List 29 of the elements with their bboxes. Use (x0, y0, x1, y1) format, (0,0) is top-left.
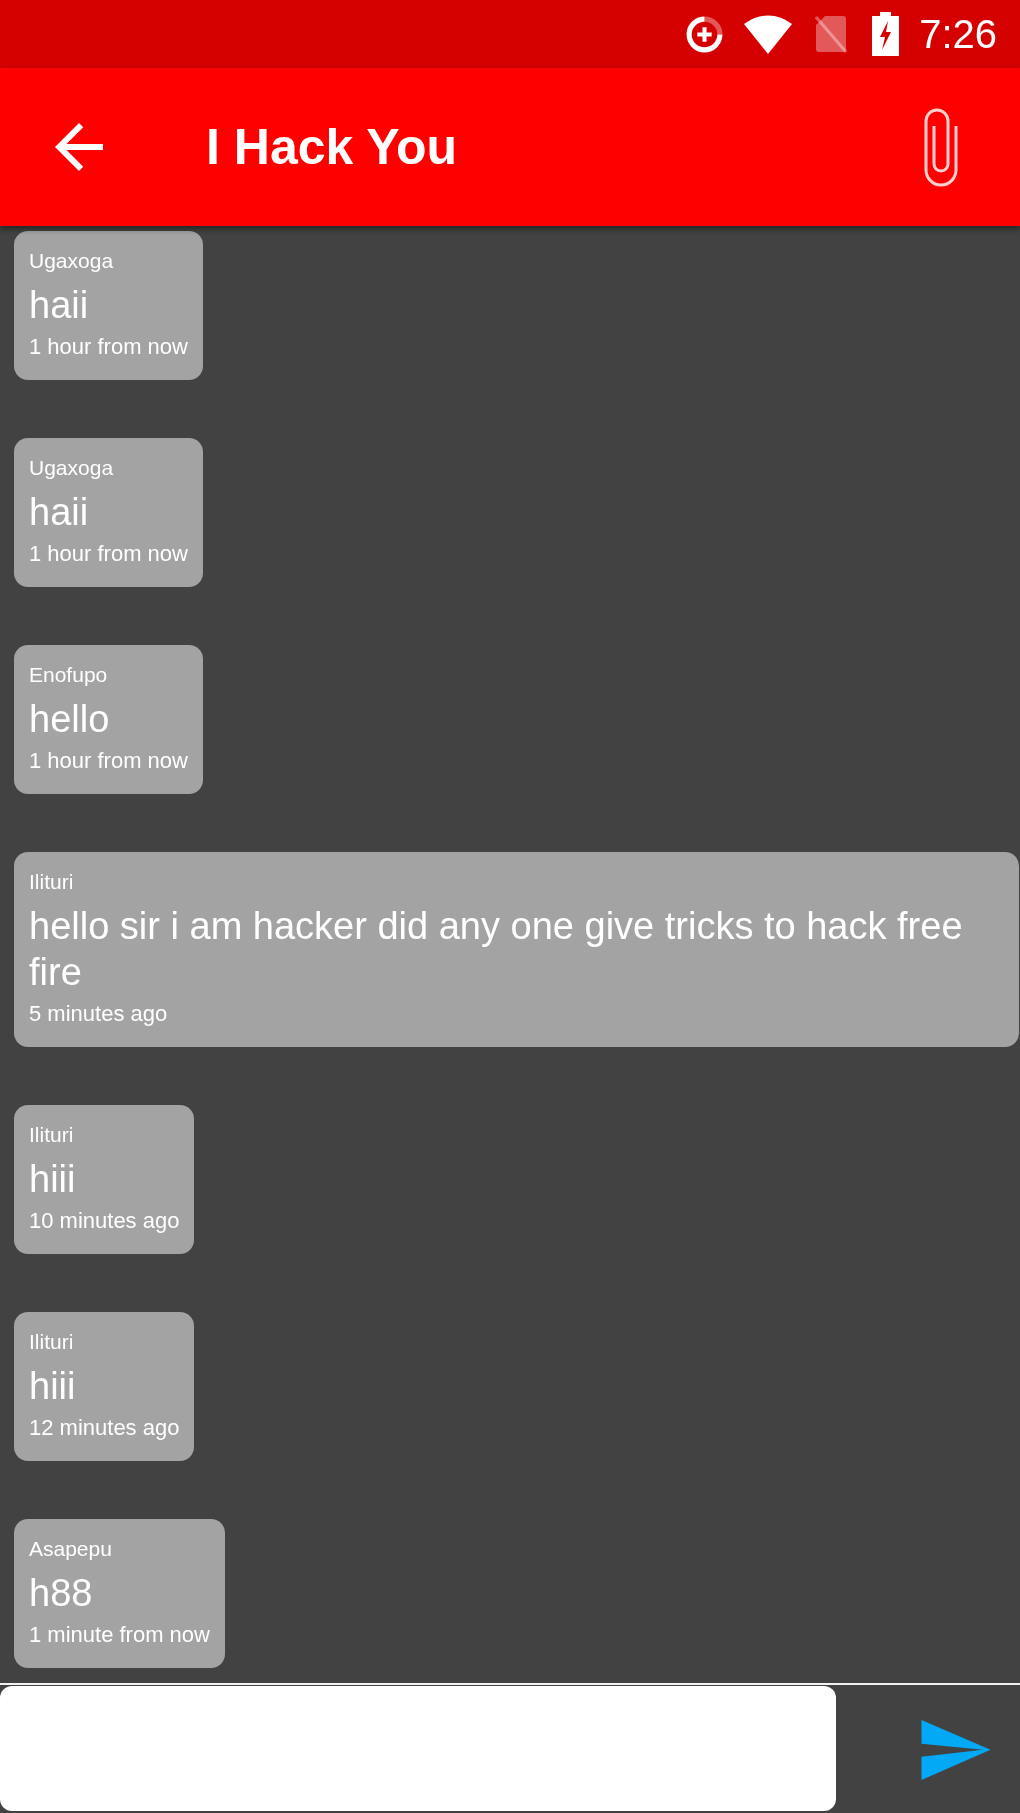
message-time: 12 minutes ago (29, 1415, 180, 1441)
wifi-icon (743, 14, 794, 54)
battery-charging-icon (872, 12, 900, 56)
message-text: haii (29, 490, 90, 535)
message-text: h88 (29, 1571, 94, 1616)
sender-name: Asapepu (29, 1536, 113, 1562)
no-sim-icon (815, 14, 848, 54)
sender-name: Ugaxoga (29, 455, 115, 481)
sender-name: Enofupo (29, 662, 109, 688)
send-icon[interactable] (921, 1720, 991, 1780)
sender-name: Ilituri (29, 1329, 75, 1355)
message-time: 1 minute from now (29, 1622, 210, 1648)
sender-name: Ilituri (29, 1122, 75, 1148)
message-time: 1 hour from now (29, 748, 188, 774)
message-text: hiii (29, 1364, 77, 1409)
status-time: 7:26 (919, 11, 997, 58)
message-text: hello sir i am hacker did any one give tricks to hack free fire (29, 904, 964, 995)
message-input[interactable] (0, 1686, 836, 1811)
message-text: hello (29, 697, 111, 742)
message-text: haii (29, 283, 90, 328)
message-time: 5 minutes ago (29, 1001, 169, 1027)
sender-name: Ilituri (29, 869, 75, 895)
message-time: 1 hour from now (29, 334, 188, 360)
message-time: 1 hour from now (29, 541, 188, 567)
message-text: hiii (29, 1157, 77, 1202)
sender-name: Ugaxoga (29, 248, 115, 274)
app-title: I Hack You (206, 118, 458, 177)
back-arrow-icon[interactable] (55, 123, 103, 171)
message-time: 10 minutes ago (29, 1208, 180, 1234)
